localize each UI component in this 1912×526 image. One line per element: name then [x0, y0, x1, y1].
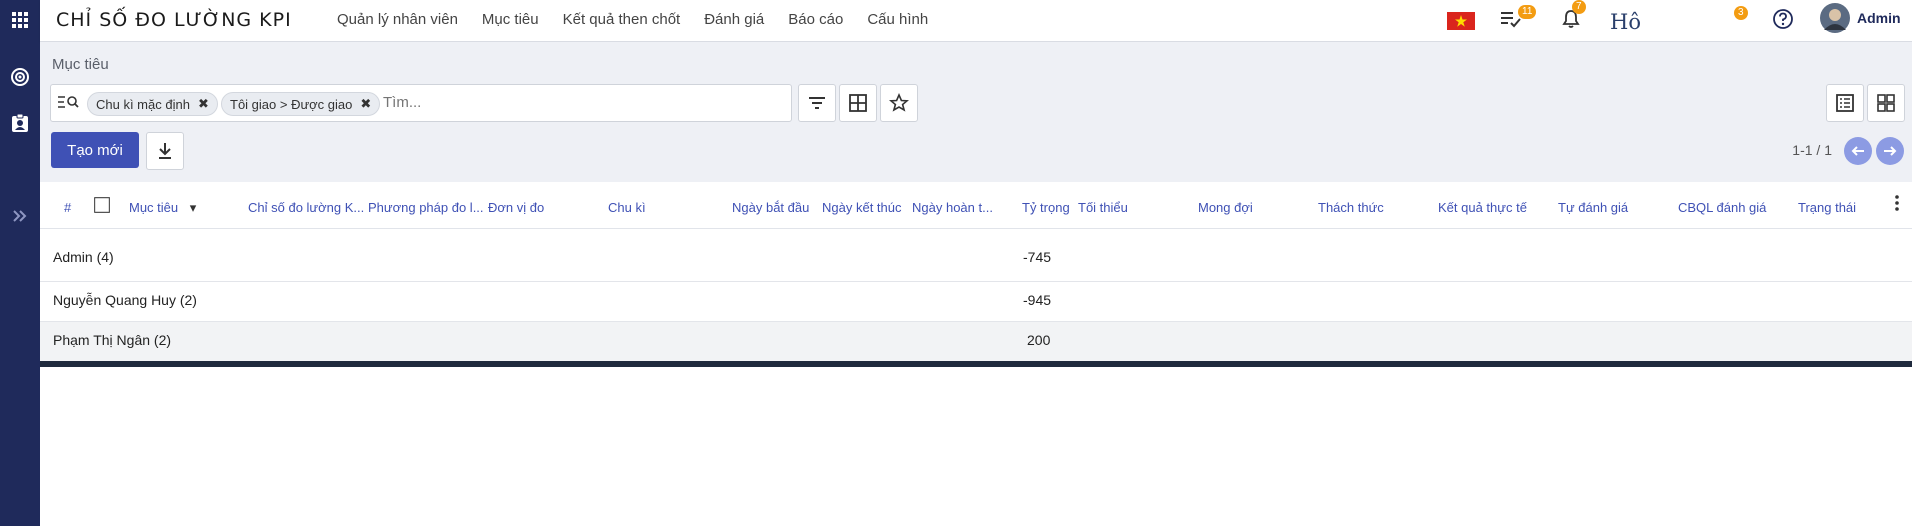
user-name[interactable]: Admin — [1857, 10, 1901, 26]
group-row[interactable]: Nguyễn Quang Huy (2) -945 — [40, 282, 1912, 322]
small-badge: 3 — [1734, 6, 1748, 20]
favorites-button[interactable] — [880, 84, 918, 122]
menu-employees[interactable]: Quản lý nhân viên — [337, 11, 458, 28]
table-header: # Mục tiêu ▾ Chỉ số đo lường K... Phương… — [40, 182, 1912, 229]
col-start-date[interactable]: Ngày bắt đầu — [732, 200, 809, 215]
search-bar[interactable]: Chu kì mặc định ✖ Tôi giao > Được giao ✖ — [50, 84, 792, 122]
col-expected[interactable]: Mong đợi — [1198, 200, 1253, 215]
group-weight: -945 — [1023, 292, 1052, 308]
avatar[interactable] — [1820, 3, 1850, 36]
menu-configuration[interactable]: Cấu hình — [867, 11, 928, 28]
col-objective[interactable]: Mục tiêu ▾ — [129, 200, 196, 216]
group-row[interactable]: Admin (4) -745 — [40, 236, 1912, 282]
col-completion-date[interactable]: Ngày hoàn t... — [912, 200, 993, 215]
filter-icon — [809, 97, 825, 109]
col-unit[interactable]: Đơn vị đo — [488, 200, 544, 215]
facet-label: Tôi giao > Được giao — [230, 96, 353, 112]
table-footer-divider — [40, 361, 1912, 367]
search-input[interactable] — [383, 94, 763, 111]
kanban-icon — [1877, 94, 1895, 112]
col-kpi[interactable]: Chỉ số đo lường K... — [248, 200, 364, 215]
clipboard-user-icon[interactable] — [0, 112, 40, 134]
column-options-icon[interactable] — [1895, 195, 1899, 214]
sort-down-icon: ▾ — [189, 200, 197, 215]
facet-assigned[interactable]: Tôi giao > Được giao ✖ — [221, 92, 381, 116]
facet-default-period[interactable]: Chu kì mặc định ✖ — [87, 92, 218, 116]
target-icon[interactable] — [0, 66, 40, 88]
group-by-button[interactable] — [839, 84, 877, 122]
list-view-icon — [1836, 94, 1854, 112]
left-sidebar — [0, 0, 40, 526]
select-all-checkbox[interactable] — [93, 196, 111, 216]
pager-previous-button[interactable] — [1844, 137, 1872, 165]
menu-key-results[interactable]: Kết quả then chốt — [563, 11, 681, 28]
tasks-badge: 11 — [1518, 5, 1537, 19]
col-self-evaluation[interactable]: Tự đánh giá — [1558, 200, 1628, 215]
control-panel: Mục tiêu Chu kì mặc định ✖ Tôi giao > Đư… — [40, 42, 1912, 182]
col-objective-label: Mục tiêu — [129, 200, 179, 215]
menu-evaluation[interactable]: Đánh giá — [704, 11, 764, 28]
group-weight: -745 — [1023, 249, 1052, 265]
col-weight[interactable]: Tỷ trọng — [1022, 200, 1070, 215]
vietnam-flag-icon[interactable] — [1447, 12, 1475, 33]
menu-reports[interactable]: Báo cáo — [788, 11, 843, 28]
arrow-left-icon — [1851, 146, 1864, 156]
star-icon — [889, 93, 909, 112]
main-menu: Quản lý nhân viên Mục tiêu Kết quả then … — [337, 11, 952, 28]
pager-value[interactable]: 1-1 / 1 — [1792, 142, 1832, 158]
notifications-badge: 7 — [1572, 0, 1586, 14]
col-manager-evaluation[interactable]: CBQL đánh giá — [1678, 200, 1766, 215]
col-challenge[interactable]: Thách thức — [1318, 200, 1384, 215]
menu-objectives[interactable]: Mục tiêu — [482, 11, 539, 28]
group-name: Nguyễn Quang Huy (2) — [53, 292, 197, 308]
group-name: Admin (4) — [53, 249, 114, 265]
col-period[interactable]: Chu kì — [608, 200, 646, 215]
col-minimum[interactable]: Tối thiểu — [1078, 200, 1128, 215]
close-icon[interactable]: ✖ — [198, 96, 209, 112]
ho-text: Hô — [1610, 10, 1641, 34]
col-end-date[interactable]: Ngày kết thúc — [822, 200, 902, 215]
col-index: # — [64, 200, 72, 215]
pager-next-button[interactable] — [1876, 137, 1904, 165]
group-row[interactable]: Phạm Thị Ngân (2) 200 — [40, 322, 1912, 362]
grid-icon — [849, 94, 867, 112]
download-button[interactable] — [146, 132, 184, 170]
kanban-view-button[interactable] — [1867, 84, 1905, 122]
arrow-right-icon — [1884, 146, 1897, 156]
col-status[interactable]: Trạng thái — [1798, 200, 1856, 215]
facet-label: Chu kì mặc định — [96, 96, 190, 112]
help-icon[interactable] — [1772, 8, 1794, 33]
apps-grid-icon[interactable] — [0, 9, 40, 31]
top-navbar: CHỈ SỐ ĐO LƯỜNG KPI Quản lý nhân viên Mụ… — [40, 0, 1912, 42]
expand-sidebar-icon[interactable] — [0, 205, 40, 227]
group-weight: 200 — [1027, 332, 1051, 348]
download-icon — [159, 143, 171, 159]
breadcrumb: Mục tiêu — [52, 56, 109, 73]
filter-button[interactable] — [798, 84, 836, 122]
col-method[interactable]: Phương pháp đo l... — [368, 200, 484, 215]
create-button[interactable]: Tạo mới — [51, 132, 139, 168]
group-name: Phạm Thị Ngân (2) — [53, 332, 172, 348]
col-actual-result[interactable]: Kết quả thực tế — [1438, 200, 1527, 215]
app-title: CHỈ SỐ ĐO LƯỜNG KPI — [56, 9, 292, 31]
search-options-icon[interactable] — [57, 94, 79, 113]
list-view-button[interactable] — [1826, 84, 1864, 122]
close-icon[interactable]: ✖ — [360, 96, 371, 112]
